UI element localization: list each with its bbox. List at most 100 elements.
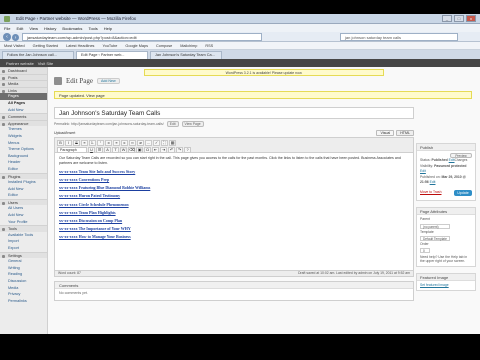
call-link[interactable]: xx-xx-xxxx Featuring Blue Diamond Bobbie… xyxy=(59,184,409,192)
paste-text-icon[interactable]: T xyxy=(112,146,119,153)
sidebar-item-menus[interactable]: Menus xyxy=(0,140,47,147)
sidebar-item-header[interactable]: Header xyxy=(0,159,47,166)
sidebar-item-available-tools[interactable]: Available Tools xyxy=(0,232,47,239)
sidebar-item-your-profile[interactable]: Your Profile xyxy=(0,219,47,226)
url-input[interactable]: jansaturdayteam.com/wp-admin/post.php?po… xyxy=(22,33,262,41)
sidebar-item-writing[interactable]: Writing xyxy=(0,265,47,272)
bookmark-item[interactable]: Compose xyxy=(156,44,172,48)
sidebar-item-add-new[interactable]: Add New xyxy=(0,107,47,114)
sidebar-item-posts[interactable]: Posts xyxy=(0,73,47,81)
parent-select[interactable]: (no parent) xyxy=(420,223,450,229)
close-button[interactable]: x xyxy=(466,15,476,22)
italic-icon[interactable]: I xyxy=(65,139,72,146)
sidebar-item-dashboard[interactable]: Dashboard xyxy=(0,67,47,74)
menu-edit[interactable]: Edit xyxy=(16,26,23,31)
tab-2-active[interactable]: Edit Page ‹ Partner web... xyxy=(76,51,148,59)
bookmark-item[interactable]: RSS xyxy=(205,44,213,48)
update-nag[interactable]: WordPress 3.2.1 is available! Please upd… xyxy=(144,69,384,76)
sidebar-item-installed-plugins[interactable]: Installed Plugins xyxy=(0,179,47,186)
call-link[interactable]: xx-xx-xxxx The Importance of Your WHY xyxy=(59,225,409,233)
sidebar-item-add-new[interactable]: Add New xyxy=(0,212,47,219)
bookmark-item[interactable]: YouTube xyxy=(102,44,117,48)
sidebar-item-privacy[interactable]: Privacy xyxy=(0,291,47,298)
menu-tools[interactable]: Tools xyxy=(88,26,97,31)
featured-image-title[interactable]: Featured Image xyxy=(417,273,475,281)
search-input[interactable]: jan johnson saturday team calls xyxy=(340,33,458,41)
permalink-edit-button[interactable]: Edit xyxy=(166,121,179,127)
link-icon[interactable]: ∞ xyxy=(129,139,136,146)
sidebar-item-editor[interactable]: Editor xyxy=(0,166,47,173)
visual-tab[interactable]: Visual xyxy=(376,130,395,136)
site-name[interactable]: Partner website xyxy=(6,61,34,66)
minimize-button[interactable]: _ xyxy=(442,15,452,22)
call-link[interactable]: xx-xx-xxxx Team Site Info and Success St… xyxy=(59,168,409,176)
indent-icon[interactable]: ⇥ xyxy=(160,146,167,153)
call-link[interactable]: xx-xx-xxxx Huron Patrol Testimony xyxy=(59,192,409,200)
paste-word-icon[interactable]: W xyxy=(120,146,127,153)
status-edit-link[interactable]: Edit xyxy=(449,158,455,162)
comments-title[interactable]: Comments xyxy=(55,282,413,289)
outdent-icon[interactable]: ⇤ xyxy=(152,146,159,153)
kitchen-sink-icon[interactable]: ▦ xyxy=(169,139,176,146)
bold-icon[interactable]: B xyxy=(57,139,64,146)
sidebar-item-reading[interactable]: Reading xyxy=(0,271,47,278)
back-arrow-icon[interactable]: ‹ xyxy=(3,33,11,41)
forward-arrow-icon[interactable]: › xyxy=(12,33,19,41)
published-edit-link[interactable]: Edit xyxy=(430,180,436,184)
bullet-list-icon[interactable]: ≡ xyxy=(81,139,88,146)
bookmark-item[interactable]: Most Visited xyxy=(4,44,25,48)
update-button[interactable]: Update xyxy=(454,189,472,196)
more-tag-icon[interactable]: … xyxy=(145,139,152,146)
sidebar-item-users[interactable]: Users xyxy=(0,198,47,206)
bookmark-item[interactable]: Getting Started xyxy=(33,44,59,48)
post-title-input[interactable]: Jan Johnson's Saturday Team Calls xyxy=(54,107,414,119)
sidebar-item-plugins[interactable]: Plugins xyxy=(0,172,47,180)
align-right-icon[interactable]: ⫸ xyxy=(121,139,128,146)
upload-insert-link[interactable]: Upload/Insert xyxy=(54,131,75,135)
special-char-icon[interactable]: Ω xyxy=(144,146,151,153)
sidebar-item-all-users[interactable]: All Users xyxy=(0,205,47,212)
order-input[interactable]: 0 xyxy=(420,247,430,253)
text-color-icon[interactable]: A xyxy=(104,146,111,153)
tab-3[interactable]: Jan Johnson's Saturday Team Ca... xyxy=(150,51,222,59)
sidebar-item-comments[interactable]: Comments xyxy=(0,113,47,120)
justify-icon[interactable]: ☰ xyxy=(96,146,103,153)
add-new-button[interactable]: Add New xyxy=(97,78,120,84)
sidebar-item-media[interactable]: Media xyxy=(0,80,47,87)
call-link[interactable]: xx-xx-xxxx Circle Schedule Phenomenon xyxy=(59,201,409,209)
undo-icon[interactable]: ↶ xyxy=(168,146,175,153)
menu-history[interactable]: History xyxy=(44,26,56,31)
visit-site-link[interactable]: Visit Site xyxy=(38,61,54,66)
sidebar-item-add-new[interactable]: Add New xyxy=(0,186,47,193)
sidebar-item-widgets[interactable]: Widgets xyxy=(0,133,47,140)
menu-help[interactable]: Help xyxy=(104,26,112,31)
remove-format-icon[interactable]: ⌫ xyxy=(128,146,135,153)
sidebar-item-links[interactable]: Links xyxy=(0,86,47,94)
sidebar-item-pages[interactable]: Pages xyxy=(0,93,47,100)
strikethrough-icon[interactable]: S xyxy=(73,139,80,146)
sidebar-item-general[interactable]: General xyxy=(0,258,47,265)
move-to-trash-link[interactable]: Move to Trash xyxy=(420,190,441,194)
sidebar-item-media[interactable]: Media xyxy=(0,285,47,292)
blockquote-icon[interactable]: “ xyxy=(97,139,104,146)
call-link[interactable]: xx-xx-xxxx Conventions Prep xyxy=(59,176,409,184)
publish-title[interactable]: Publish xyxy=(417,144,475,151)
tab-1[interactable]: Follow the Jan Johnson call... xyxy=(2,51,74,59)
unlink-icon[interactable]: ⌀ xyxy=(137,139,144,146)
sidebar-item-tools[interactable]: Tools xyxy=(0,225,47,232)
bookmark-item[interactable]: Google Maps xyxy=(125,44,148,48)
menu-bookmarks[interactable]: Bookmarks xyxy=(62,26,82,31)
sidebar-item-discussion[interactable]: Discussion xyxy=(0,278,47,285)
html-tab[interactable]: HTML xyxy=(396,130,414,136)
sidebar-item-import[interactable]: Import xyxy=(0,238,47,245)
visibility-edit-link[interactable]: Edit xyxy=(420,169,426,173)
menu-view[interactable]: View xyxy=(29,26,38,31)
media-icon[interactable]: ▣ xyxy=(136,146,143,153)
align-center-icon[interactable]: ≡ xyxy=(113,139,120,146)
sidebar-item-background[interactable]: Background xyxy=(0,153,47,160)
fullscreen-icon[interactable]: ⛶ xyxy=(161,139,168,146)
call-link[interactable]: xx-xx-xxxx Discussion on Comp Plan xyxy=(59,217,409,225)
set-featured-image-link[interactable]: Set featured image xyxy=(420,283,449,287)
call-link[interactable]: xx-xx-xxxx Team Plan Highlights xyxy=(59,209,409,217)
help-icon[interactable]: ? xyxy=(184,146,191,153)
